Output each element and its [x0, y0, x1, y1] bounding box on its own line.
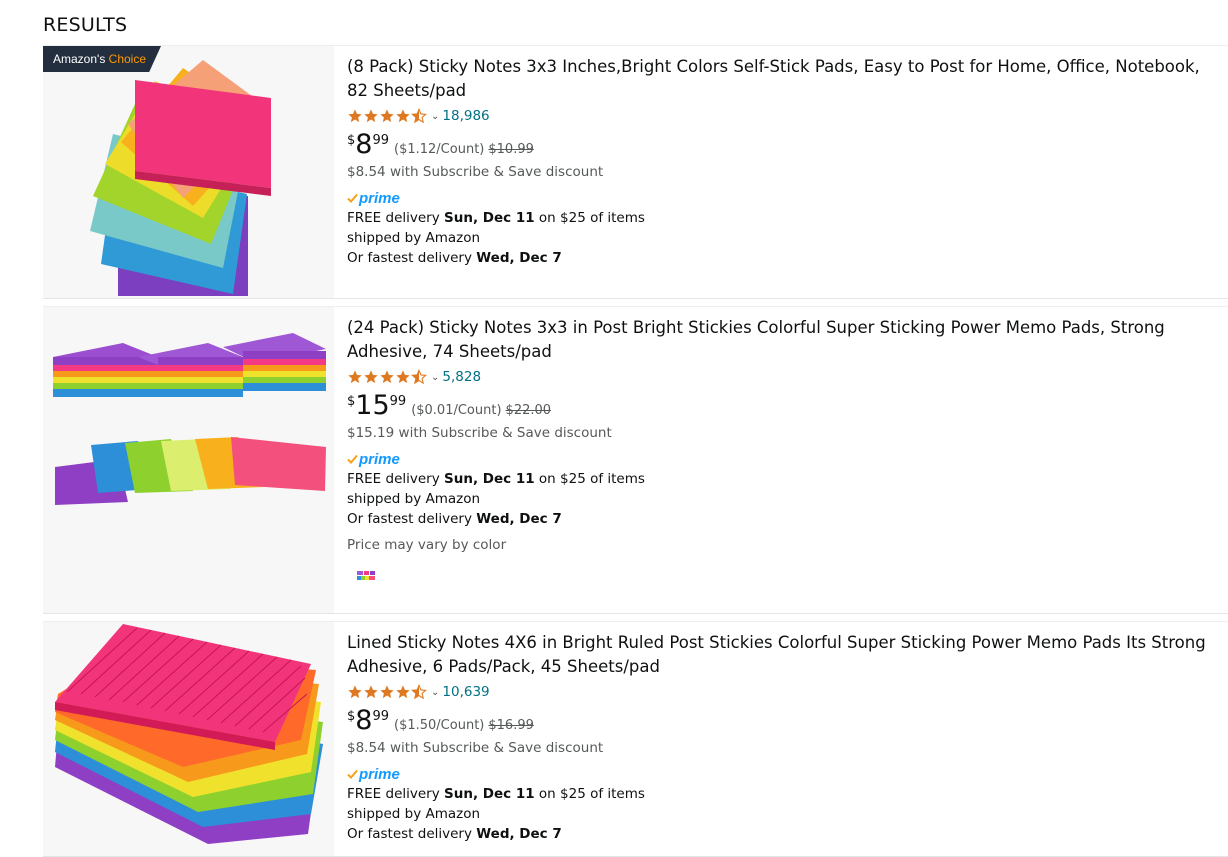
star-full-icon	[348, 109, 362, 123]
fastest-delivery: Or fastest delivery Wed, Dec 7	[347, 248, 1220, 268]
star-rating[interactable]	[347, 108, 427, 124]
product-card: Lined Sticky Notes 4X6 in Bright Ruled P…	[43, 621, 1228, 857]
star-full-icon	[396, 685, 410, 699]
subscribe-save-text: $8.54 with Subscribe & Save discount	[347, 164, 604, 180]
color-swatch-thumbnail[interactable]	[356, 569, 376, 583]
subscribe-save-text: $15.19 with Subscribe & Save discount	[347, 425, 612, 441]
fastest-delivery: Or fastest delivery Wed, Dec 7	[347, 509, 1220, 529]
product-card: (24 Pack) Sticky Notes 3x3 in Post Brigh…	[43, 306, 1228, 614]
list-price: $22.00	[505, 403, 552, 418]
delivery-suffix: on $25 of items	[534, 471, 645, 487]
price-currency: $	[347, 394, 356, 409]
delivery-date: Sun, Dec 11	[444, 210, 535, 226]
fastest-delivery: Or fastest delivery Wed, Dec 7	[347, 824, 1220, 844]
product-title[interactable]: Lined Sticky Notes 4X6 in Bright Ruled P…	[347, 631, 1220, 679]
star-full-icon	[364, 109, 378, 123]
fastest-prefix: Or fastest delivery	[347, 250, 477, 266]
prime-label: prime	[359, 189, 400, 207]
rating-row: ⌄ 10,639	[347, 681, 1220, 703]
unit-price: ($0.01/Count)	[411, 403, 502, 418]
shipped-by: shipped by Amazon	[347, 230, 481, 246]
prime-check-icon	[347, 193, 358, 203]
star-full-icon	[396, 109, 410, 123]
delivery-info: FREE delivery Sun, Dec 11 on $25 of item…	[347, 469, 1220, 489]
review-count-link[interactable]: 10,639	[442, 684, 489, 700]
price-whole: 15	[355, 390, 390, 421]
shipped-by: shipped by Amazon	[347, 806, 481, 822]
unit-price: ($1.50/Count)	[394, 718, 485, 733]
review-count-link[interactable]: 18,986	[442, 108, 489, 124]
rating-row: ⌄ 5,828	[347, 366, 1220, 388]
chevron-down-icon[interactable]: ⌄	[431, 111, 439, 122]
sticky-notes-24-pack-image	[53, 333, 326, 505]
delivery-prefix: FREE delivery	[347, 786, 444, 802]
delivery-suffix: on $25 of items	[534, 210, 645, 226]
list-price: $10.99	[488, 142, 534, 157]
delivery-suffix: on $25 of items	[534, 786, 645, 802]
badge-suffix: Choice	[108, 52, 147, 66]
sticky-notes-stack-image	[90, 60, 271, 296]
unit-price: ($1.12/Count)	[394, 142, 485, 157]
lined-sticky-notes-image	[55, 624, 323, 844]
price-fraction: 99	[372, 133, 390, 148]
star-full-icon	[380, 109, 394, 123]
product-title[interactable]: (8 Pack) Sticky Notes 3x3 Inches,Bright …	[347, 55, 1220, 103]
delivery-date: Sun, Dec 11	[444, 471, 535, 487]
star-full-icon	[380, 370, 394, 384]
fastest-date: Wed, Dec 7	[476, 511, 562, 527]
price-whole: 8	[355, 129, 373, 160]
product-image[interactable]: Amazon's Choice	[43, 46, 334, 298]
prime-label: prime	[359, 765, 400, 783]
price-fraction: 99	[389, 394, 407, 409]
delivery-date: Sun, Dec 11	[444, 786, 535, 802]
star-half-icon	[411, 108, 427, 124]
price-currency: $	[347, 709, 356, 724]
shipped-by: shipped by Amazon	[347, 491, 481, 507]
price[interactable]: $ 8 99 ($1.12/Count) $10.99	[347, 131, 1220, 161]
star-full-icon	[396, 370, 410, 384]
star-half-icon	[411, 684, 427, 700]
delivery-info: FREE delivery Sun, Dec 11 on $25 of item…	[347, 784, 1220, 804]
price-whole: 8	[355, 705, 373, 736]
fastest-date: Wed, Dec 7	[476, 250, 562, 266]
results-heading: RESULTS	[43, 14, 128, 36]
star-full-icon	[348, 685, 362, 699]
star-full-icon	[380, 685, 394, 699]
product-image[interactable]	[43, 307, 334, 613]
chevron-down-icon[interactable]: ⌄	[431, 372, 439, 383]
prime-badge: prime	[347, 449, 1220, 469]
star-half-icon	[411, 369, 427, 385]
star-rating[interactable]	[347, 369, 427, 385]
price[interactable]: $ 8 99 ($1.50/Count) $16.99	[347, 707, 1220, 737]
prime-check-icon	[347, 769, 358, 779]
price-note: Price may vary by color	[347, 537, 507, 553]
subscribe-save-text: $8.54 with Subscribe & Save discount	[347, 740, 604, 756]
fastest-prefix: Or fastest delivery	[347, 511, 477, 527]
price-fraction: 99	[372, 709, 390, 724]
prime-badge: prime	[347, 188, 1220, 208]
rating-row: ⌄ 18,986	[347, 105, 1220, 127]
star-full-icon	[364, 370, 378, 384]
fastest-prefix: Or fastest delivery	[347, 826, 477, 842]
list-price: $16.99	[488, 718, 534, 733]
badge-prefix: Amazon's	[53, 52, 106, 66]
review-count-link[interactable]: 5,828	[442, 369, 481, 385]
delivery-info: FREE delivery Sun, Dec 11 on $25 of item…	[347, 208, 1220, 228]
amazons-choice-badge: Amazon's Choice	[43, 46, 161, 72]
delivery-prefix: FREE delivery	[347, 471, 444, 487]
prime-label: prime	[359, 450, 400, 468]
star-rating[interactable]	[347, 684, 427, 700]
prime-badge: prime	[347, 764, 1220, 784]
price-currency: $	[347, 133, 356, 148]
fastest-date: Wed, Dec 7	[476, 826, 562, 842]
delivery-prefix: FREE delivery	[347, 210, 444, 226]
product-title[interactable]: (24 Pack) Sticky Notes 3x3 in Post Brigh…	[347, 316, 1220, 364]
star-full-icon	[348, 370, 362, 384]
prime-check-icon	[347, 454, 358, 464]
product-card: Amazon's Choice (8 Pack) Sticky Notes 3x…	[43, 45, 1228, 299]
price[interactable]: $ 15 99 ($0.01/Count) $22.00	[347, 392, 1220, 422]
product-image[interactable]	[43, 622, 334, 856]
chevron-down-icon[interactable]: ⌄	[431, 687, 439, 698]
star-full-icon	[364, 685, 378, 699]
